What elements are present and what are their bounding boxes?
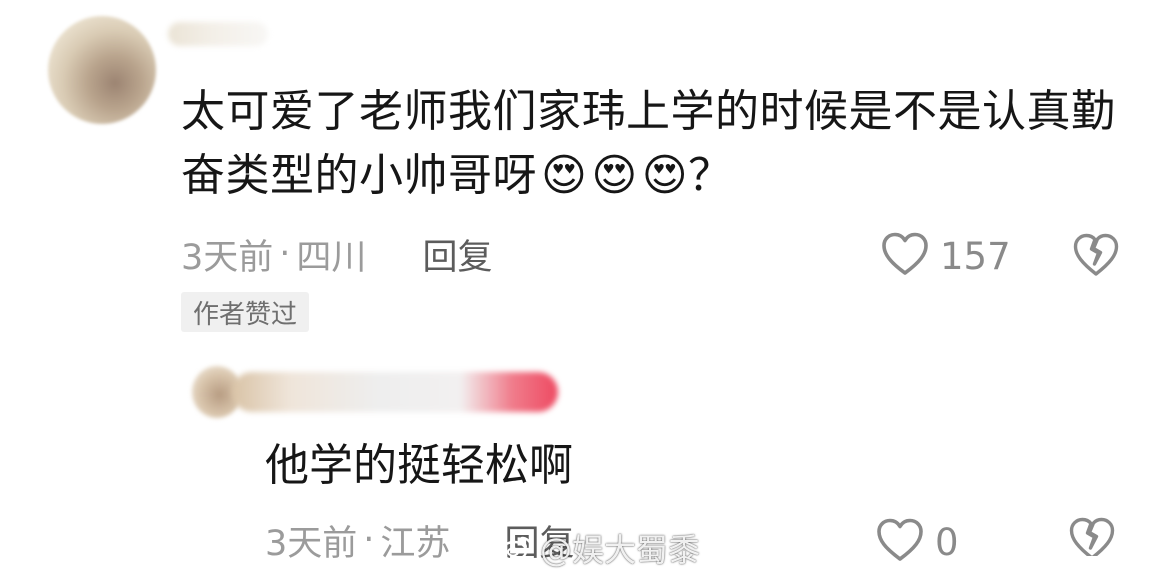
comment-thread: 太可爱了老师我们家玮上学的时候是不是认真勤奋类型的小帅哥呀😍😍😍？ 3天前 · … — [0, 0, 1170, 582]
reply-meta: 3天前 · 江苏 回复 — [265, 514, 574, 566]
author-liked-badge: 作者赞过 — [181, 292, 310, 332]
reply-time: 3天前 — [265, 523, 358, 564]
meta-separator: · — [363, 520, 375, 560]
comment-time: 3天前 — [181, 237, 274, 278]
comment-meta: 3天前 · 四川 回复 — [181, 226, 492, 282]
heart-outline-icon — [875, 517, 925, 567]
heart-eyes-emoji: 😍 — [541, 150, 588, 201]
broken-heart-icon[interactable] — [1072, 232, 1120, 282]
bottom-fade — [940, 556, 1170, 582]
comment-location: 四川 — [296, 237, 367, 278]
heart-outline-icon — [880, 231, 930, 281]
heart-eyes-emoji: 😍 — [591, 150, 638, 201]
comment-body: 太可爱了老师我们家玮上学的时候是不是认真勤奋类型的小帅哥呀😍😍😍？ — [181, 80, 1141, 208]
meta-separator: · — [279, 234, 291, 274]
like-count: 157 — [940, 234, 1011, 278]
like-button[interactable]: 157 — [880, 228, 1011, 284]
reply-body: 他学的挺轻松啊 — [265, 440, 573, 491]
heart-eyes-emoji: 😍 — [641, 150, 689, 201]
comment-trailing-punct: ？ — [688, 150, 733, 201]
reply-location: 江苏 — [380, 523, 451, 564]
avatar[interactable] — [48, 16, 156, 124]
reply-reply-button[interactable]: 回复 — [504, 515, 574, 566]
reply-button[interactable]: 回复 — [422, 229, 492, 280]
username-blurred[interactable] — [168, 22, 268, 46]
reply-username-blurred[interactable] — [232, 372, 558, 412]
